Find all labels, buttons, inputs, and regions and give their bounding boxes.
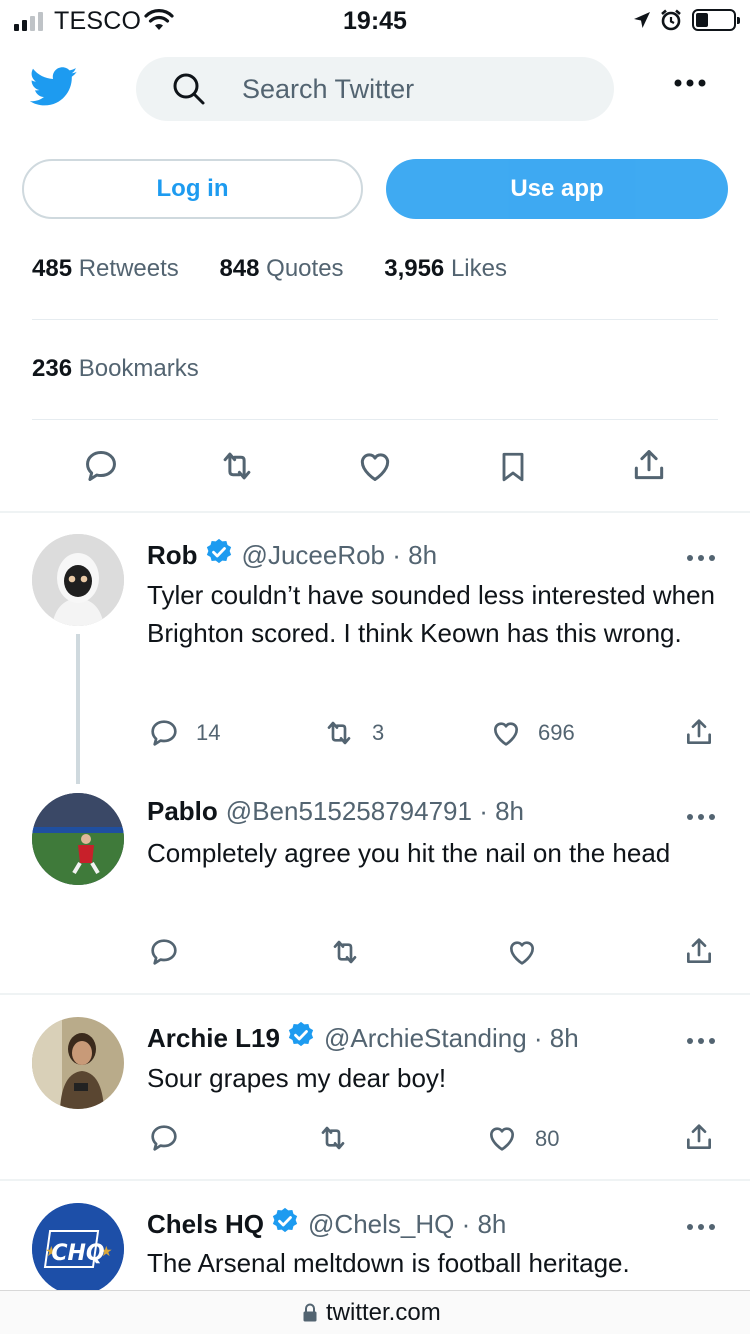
like-icon[interactable]	[489, 717, 523, 754]
reply-text: Sour grapes my dear boy!	[147, 1063, 447, 1093]
retweet-icon[interactable]	[217, 447, 257, 490]
divider	[0, 511, 750, 513]
like-icon[interactable]	[485, 1122, 519, 1159]
search-icon	[172, 72, 206, 111]
reply-author-line: Chels HQ @Chels_HQ · 8h	[147, 1206, 506, 1243]
url-text[interactable]: twitter.com	[326, 1299, 441, 1327]
reply-author-line: Pablo @Ben515258794791 · 8h	[147, 796, 524, 827]
author-handle[interactable]: @Chels_HQ · 8h	[308, 1209, 506, 1240]
browser-address-bar[interactable]: twitter.com	[0, 1290, 750, 1334]
tweet-stats-row: 485 Retweets 848 Quotes 3,956 Likes	[32, 255, 507, 283]
author-name[interactable]: Pablo	[147, 796, 218, 827]
quotes-stat[interactable]: 848 Quotes	[219, 255, 343, 282]
more-options-icon[interactable]	[686, 808, 716, 826]
share-icon[interactable]	[630, 445, 668, 490]
avatar[interactable]	[32, 534, 124, 626]
use-app-button[interactable]: Use app	[386, 159, 728, 219]
like-count: 80	[535, 1126, 560, 1151]
author-handle[interactable]: @Ben515258794791 · 8h	[226, 796, 524, 827]
search-placeholder: Search Twitter	[242, 74, 415, 104]
reply-icon[interactable]	[148, 936, 180, 973]
like-count: 696	[538, 720, 575, 745]
reply-icon[interactable]	[82, 447, 120, 490]
verified-badge-icon	[286, 1020, 316, 1057]
status-bar: TESCO 19:45	[0, 0, 750, 40]
divider	[32, 419, 718, 420]
twitter-bird-logo-icon[interactable]	[29, 67, 78, 112]
bookmark-icon[interactable]	[495, 447, 531, 492]
avatar[interactable]	[32, 1017, 124, 1109]
retweet-icon[interactable]	[316, 1122, 350, 1159]
reply-text: The Arsenal meltdown is football heritag…	[147, 1248, 630, 1278]
lock-icon	[302, 1303, 318, 1328]
more-options-icon[interactable]	[686, 1218, 716, 1236]
like-icon[interactable]	[505, 936, 539, 973]
more-options-icon[interactable]	[686, 1032, 716, 1050]
svg-text:CHQ: CHQ	[51, 1241, 104, 1266]
share-icon[interactable]	[683, 934, 715, 973]
reply-icon[interactable]	[148, 717, 180, 754]
divider	[32, 319, 718, 320]
retweets-stat[interactable]: 485 Retweets	[32, 255, 179, 282]
battery-icon	[692, 9, 740, 31]
avatar[interactable]	[32, 793, 124, 885]
login-button[interactable]: Log in	[22, 159, 363, 219]
more-options-icon[interactable]	[686, 549, 716, 567]
reply-author-line: Archie L19 @ArchieStanding · 8h	[147, 1020, 579, 1057]
verified-badge-icon	[270, 1206, 300, 1243]
author-handle[interactable]: @ArchieStanding · 8h	[324, 1023, 579, 1054]
author-handle[interactable]: @JuceeRob · 8h	[242, 540, 438, 571]
retweet-icon[interactable]	[328, 936, 362, 973]
share-icon[interactable]	[683, 715, 715, 754]
reply-author-line: Rob @JuceeRob · 8h	[147, 537, 437, 574]
thread-connector-line	[76, 634, 80, 784]
reply-count: 14	[196, 720, 221, 745]
author-name[interactable]: Archie L19	[147, 1023, 280, 1054]
divider	[0, 993, 750, 995]
like-icon[interactable]	[356, 447, 394, 490]
author-name[interactable]: Rob	[147, 540, 198, 571]
retweet-count: 3	[372, 720, 385, 745]
location-arrow-icon	[632, 10, 652, 35]
likes-stat[interactable]: 3,956 Likes	[384, 255, 507, 282]
divider	[0, 1179, 750, 1181]
retweet-icon[interactable]	[322, 717, 356, 754]
author-name[interactable]: Chels HQ	[147, 1209, 264, 1240]
share-icon[interactable]	[683, 1120, 715, 1159]
alarm-clock-icon	[660, 9, 682, 36]
search-input[interactable]: Search Twitter	[136, 57, 614, 121]
reply-text: Completely agree you hit the nail on the…	[147, 838, 671, 868]
reply-text: Tyler couldn’t have sounded less interes…	[147, 580, 716, 648]
verified-badge-icon	[204, 537, 234, 574]
avatar[interactable]: ★ ★ CHQ	[32, 1203, 124, 1295]
more-options-icon[interactable]	[670, 75, 710, 93]
reply-icon[interactable]	[148, 1122, 180, 1159]
bookmarks-stat[interactable]: 236 Bookmarks	[32, 355, 199, 383]
